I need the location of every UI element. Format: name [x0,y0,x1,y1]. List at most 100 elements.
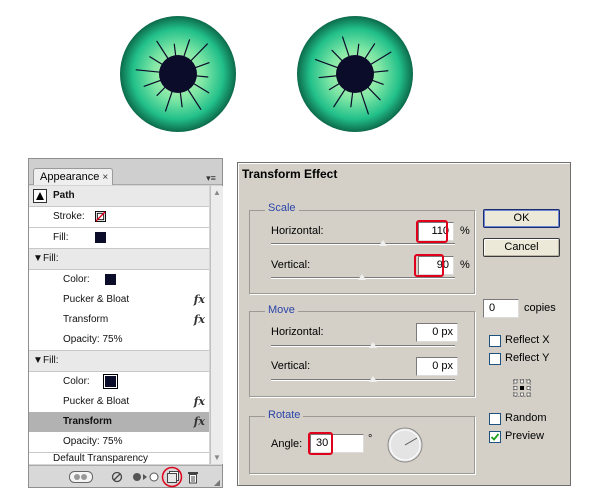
fx-icon[interactable]: fx [194,310,205,330]
rotate-angle-label: Angle: [271,438,303,450]
move-vertical-label: Vertical: [271,360,311,372]
rotate-angle-dial[interactable] [386,426,424,464]
move-vertical-slider-thumb[interactable] [368,375,378,383]
list-item-label: Pucker & Bloat [63,396,130,407]
copies-label: copies [524,302,556,314]
reference-point-locator[interactable] [513,379,531,397]
appearance-panel: «« × Appearance× ▾≡ Path Stroke: Fi [28,158,223,488]
fill-swatch[interactable] [95,232,106,243]
scale-group-title: Scale [265,202,299,214]
list-item-transform[interactable]: Transform fx [29,310,209,330]
pupil [159,55,197,93]
list-item-label: Stroke: [53,211,85,222]
appearance-list: Path Stroke: Fill: ▼ Fill: Color: Pucker… [29,186,209,464]
list-item-label: Fill: [53,232,69,243]
move-vertical-slider[interactable] [271,379,455,381]
eye-right [297,16,413,132]
reflect-x-checkbox[interactable] [489,335,501,347]
list-item-default-transparency[interactable]: Default Transparency [29,453,209,464]
list-item-label: Transform [63,416,112,427]
ok-button[interactable]: OK [483,209,560,228]
disclosure-triangle-icon[interactable]: ▼ [33,351,43,371]
rotate-group-title: Rotate [265,409,304,421]
list-item-color[interactable]: Color: [29,372,209,392]
list-item-label: Color: [63,376,90,387]
resize-grip-icon[interactable]: ◢ [214,478,220,487]
list-item-label: Opacity: 75% [63,436,123,447]
list-item-label: Pucker & Bloat [63,294,130,305]
transform-effect-dialog: Transform Effect Scale Horizontal: 110 %… [237,162,571,486]
scroll-down-icon[interactable]: ▼ [213,453,221,462]
list-item-opacity[interactable]: Opacity: 75% [29,330,209,350]
show-thumbnail-icon[interactable] [69,470,93,484]
copies-input[interactable]: 0 [483,299,519,318]
scroll-up-icon[interactable]: ▲ [213,188,221,197]
random-checkbox[interactable] [489,413,501,425]
list-item-stroke[interactable]: Stroke: [29,207,209,227]
fx-icon[interactable]: fx [194,412,205,432]
appearance-footer: ◢ [29,465,222,488]
list-item-label: Fill: [43,355,59,366]
move-horizontal-input[interactable]: 0 px [416,323,458,342]
highlight-box [414,254,444,277]
disclosure-triangle-icon[interactable]: ▼ [33,249,43,269]
scale-vertical-label: Vertical: [271,259,311,271]
path-header-label: Path [53,190,75,201]
preview-checkbox[interactable] [489,431,501,443]
list-item-label: Opacity: 75% [63,334,123,345]
reflect-y-label: Reflect Y [505,352,550,364]
eye-left [120,16,236,132]
list-item-fill-group[interactable]: ▼ Fill: [29,249,209,269]
move-group-title: Move [265,304,298,316]
pupil [336,55,374,93]
list-item-fill[interactable]: Fill: [29,228,209,248]
list-item-pucker-bloat[interactable]: Pucker & Bloat fx [29,290,209,310]
random-label: Random [505,412,547,424]
list-item-label: Default Transparency [53,453,149,464]
list-item-pucker-bloat[interactable]: Pucker & Bloat fx [29,392,209,412]
scale-horizontal-label: Horizontal: [271,225,324,237]
clear-appearance-icon[interactable] [111,470,123,484]
list-item-label: Fill: [43,253,59,264]
highlight-circle [161,466,183,488]
list-item-color[interactable]: Color: [29,270,209,290]
scale-horizontal-unit: % [460,225,470,237]
list-item-opacity[interactable]: Opacity: 75% [29,432,209,452]
trash-icon[interactable] [187,470,199,484]
preview-label: Preview [505,430,545,442]
stroke-none-swatch[interactable] [95,211,106,222]
list-item-label: Color: [63,274,90,285]
move-horizontal-label: Horizontal: [271,326,324,338]
list-item-label: Transform [63,314,109,325]
tab-appearance[interactable]: Appearance × [33,168,113,185]
highlight-box [416,220,448,243]
path-header-row[interactable]: Path [29,186,209,206]
reflect-x-label: Reflect X [505,334,550,346]
tab-close-icon[interactable]: × [102,172,108,183]
tab-appearance-label: Appearance [40,171,100,183]
fx-icon[interactable]: fx [194,290,205,310]
move-horizontal-slider[interactable] [271,345,455,347]
appearance-scrollbar[interactable]: ▲ ▼ [210,186,223,464]
panel-tabbar: Appearance × ▾≡ [29,159,222,185]
color-swatch[interactable] [103,374,118,389]
list-item-fill-group[interactable]: ▼ Fill: [29,351,209,371]
color-swatch[interactable] [105,274,116,285]
path-thumbnail-icon [33,189,47,203]
rotate-angle-unit: ° [368,433,373,445]
fx-icon[interactable]: fx [194,392,205,412]
reflect-y-checkbox[interactable] [489,353,501,365]
highlight-box [308,432,333,455]
cancel-button[interactable]: Cancel [483,238,560,257]
scale-vertical-unit: % [460,259,470,271]
dialog-title: Transform Effect [242,167,338,181]
panel-menu-icon[interactable]: ▾≡ [203,172,219,184]
checkmark-icon [490,433,500,441]
reduce-to-basic-icon[interactable] [132,470,160,484]
scale-horizontal-slider-thumb[interactable] [378,239,388,247]
scale-horizontal-slider[interactable] [271,243,455,245]
list-item-transform-selected[interactable]: Transform fx [29,412,209,432]
move-vertical-input[interactable]: 0 px [416,357,458,376]
scale-vertical-slider-thumb[interactable] [357,273,367,281]
move-horizontal-slider-thumb[interactable] [368,341,378,349]
